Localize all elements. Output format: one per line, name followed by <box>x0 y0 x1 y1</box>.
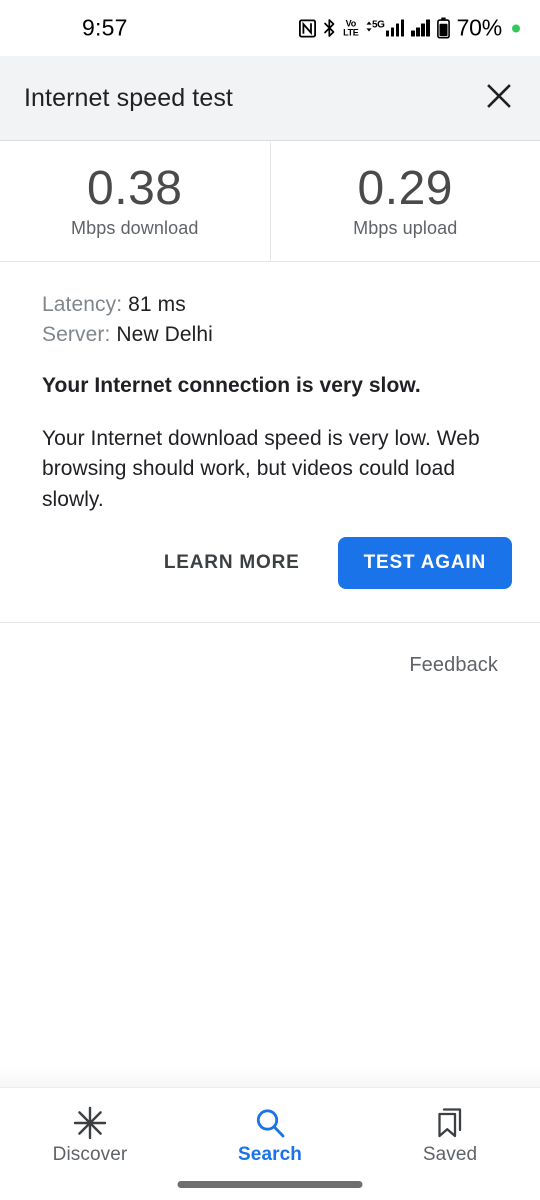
verdict-text: Your Internet connection is very slow. <box>42 374 421 397</box>
speed-results: 0.38 Mbps download 0.29 Mbps upload <box>0 142 540 262</box>
nav-item-saved[interactable]: Saved <box>360 1088 540 1166</box>
nav-label-discover: Discover <box>52 1144 128 1165</box>
search-icon <box>253 1104 287 1142</box>
action-bar: LEARN MORE TEST AGAIN <box>0 537 540 589</box>
latency-row: Latency: 81 ms <box>42 290 512 320</box>
home-indicator[interactable] <box>177 1181 363 1188</box>
feedback-link[interactable]: Feedback <box>409 654 498 677</box>
nav-shadow <box>0 1065 540 1087</box>
nav-item-search[interactable]: Search <box>180 1088 360 1166</box>
download-speed-label: Mbps download <box>71 218 199 239</box>
server-value: New Delhi <box>116 323 213 347</box>
close-icon <box>485 82 513 115</box>
battery-percent-label: 70% <box>456 14 503 41</box>
download-speed-card: 0.38 Mbps download <box>0 142 271 261</box>
download-speed-value: 0.38 <box>87 161 183 215</box>
status-icon-tray: Vo LTE 5G 70% <box>299 15 520 42</box>
volte-icon: Vo LTE <box>343 18 359 37</box>
test-again-button[interactable]: TEST AGAIN <box>337 537 512 589</box>
section-divider <box>0 622 540 623</box>
latency-label: Latency: <box>42 293 123 316</box>
nfc-icon <box>299 19 317 37</box>
battery-icon <box>436 17 450 39</box>
close-button[interactable] <box>476 75 522 121</box>
nav-item-discover[interactable]: Discover <box>0 1088 180 1166</box>
nav-label-saved: Saved <box>422 1144 478 1165</box>
status-clock: 9:57 <box>82 14 128 41</box>
status-bar: 9:57 Vo LTE 5G 70% <box>0 0 540 56</box>
page-title: Internet speed test <box>24 83 233 112</box>
upload-speed-label: Mbps upload <box>353 218 458 239</box>
explanation-text: Your Internet download speed is very low… <box>42 427 480 511</box>
asterisk-icon <box>72 1104 108 1142</box>
learn-more-button[interactable]: LEARN MORE <box>150 540 314 586</box>
signal-bars-primary <box>385 19 405 37</box>
bluetooth-icon <box>323 19 336 38</box>
signal-bars-icon <box>411 19 430 37</box>
5g-signal-icon: 5G <box>365 19 405 37</box>
server-row: Server: New Delhi <box>42 320 512 350</box>
app-header: Internet speed test <box>0 56 540 141</box>
recording-dot-icon <box>512 24 520 32</box>
nav-label-search: Search <box>238 1144 302 1165</box>
latency-value: 81 ms <box>128 293 186 316</box>
upload-speed-card: 0.29 Mbps upload <box>271 142 540 261</box>
upload-speed-value: 0.29 <box>357 161 453 215</box>
5g-label: 5G <box>372 19 385 31</box>
connection-details: Latency: 81 ms Server: New Delhi <box>42 290 512 351</box>
server-label: Server: <box>42 323 111 347</box>
phone-screen: 9:57 Vo LTE 5G 70% Internet speed test 0… <box>0 0 540 1200</box>
bookmark-stack-icon <box>433 1104 467 1142</box>
